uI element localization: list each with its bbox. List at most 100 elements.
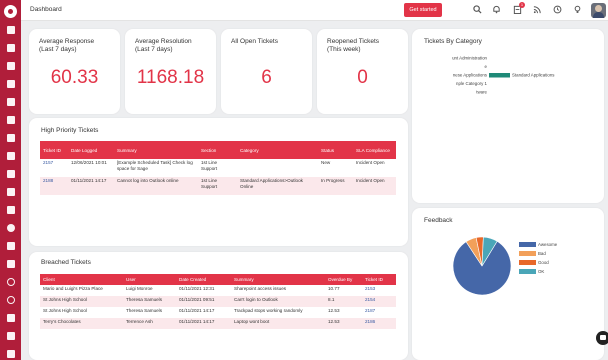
feedback-card: Feedback Awesome Bad Good OK [412, 208, 604, 360]
tag-icon[interactable] [5, 25, 16, 36]
sla-compliance: Incident Open [353, 177, 396, 195]
legend-label: Standard Applications [512, 72, 555, 77]
column-header[interactable]: Category [237, 141, 318, 159]
stat-card-average-response: Average Response (Last 7 days) 60.33 [29, 29, 120, 114]
book-icon[interactable] [5, 133, 16, 144]
chat-icon[interactable] [596, 331, 608, 345]
summary: Laptop wont boot [231, 318, 325, 329]
hierarchy-icon[interactable] [5, 43, 16, 54]
summary: Trackpad stops working randomly [234, 308, 303, 313]
document-icon[interactable] [5, 313, 16, 324]
category-label: tware [476, 89, 487, 94]
cube-icon[interactable] [5, 187, 16, 198]
high-priority-table: Ticket ID Date Logged Summary Section Ca… [40, 141, 396, 195]
lightbulb-icon[interactable] [572, 5, 583, 16]
briefcase-icon[interactable] [5, 259, 16, 270]
breached-tickets-table: Client User Date Created Summary Overdue… [40, 274, 396, 329]
flame-icon[interactable] [5, 151, 16, 162]
status: In Progress [318, 177, 353, 195]
client: St Johns High School [43, 308, 87, 313]
stat-value: 1168.18 [136, 67, 205, 88]
category-bar-chart: unt Administration e nese Applications nple… [452, 55, 555, 94]
ticket-id-link[interactable]: 2153 [362, 285, 396, 296]
ticket-id-link[interactable]: 2187 [362, 307, 396, 318]
user-icon[interactable] [5, 97, 16, 108]
legend-label: Awesome [538, 242, 558, 247]
legend-swatch [519, 251, 536, 256]
category: Standard Applications>Outlook Online [237, 177, 318, 195]
date-logged: 01/11/2021 14:17 [68, 177, 114, 195]
ticket-id-link[interactable]: 2157 [40, 159, 68, 177]
breached-tickets-card: Breached Tickets Client User Date Create… [29, 252, 408, 360]
stat-card-open-tickets: All Open Tickets 6 [221, 29, 312, 114]
summary: Can't login to Outlook [231, 296, 325, 307]
column-header[interactable]: Client [40, 274, 123, 285]
history-icon[interactable] [552, 5, 563, 16]
folder-icon[interactable] [5, 205, 16, 216]
monitor-icon[interactable] [5, 115, 16, 126]
column-header[interactable]: Overdue By [325, 274, 362, 285]
date-logged: 12/06/2021 10:01 [71, 160, 107, 165]
logo-icon[interactable] [4, 5, 17, 18]
date-created: 01/11/2021 09:51 [176, 296, 231, 307]
column-header[interactable]: Date Created [176, 274, 231, 285]
client: Mario and Luigi's Pizza Place [43, 286, 103, 291]
status: New [321, 160, 331, 165]
category-label: e [485, 64, 488, 69]
legend-label: Bad [538, 251, 546, 256]
overdue-by: 12.53 [325, 318, 362, 329]
gear-icon[interactable] [5, 349, 16, 360]
search-icon[interactable] [472, 5, 483, 16]
clock-icon[interactable] [5, 277, 16, 288]
stat-card-reopened-tickets: Reopened Tickets (This week) 0 [317, 29, 408, 114]
legend-swatch [519, 260, 536, 265]
bar-chart-icon[interactable] [5, 61, 16, 72]
table-row[interactable]: 2188 01/11/2021 14:17 Cannot log into Ou… [40, 177, 396, 195]
column-header[interactable]: Ticket ID [362, 274, 396, 285]
calendar-icon[interactable] [5, 79, 16, 90]
summary: Sharepoint access issues [234, 286, 287, 291]
card-title: High Priority Tickets [41, 127, 99, 134]
column-header[interactable]: Section [198, 141, 237, 159]
column-header[interactable]: Ticket ID [40, 141, 68, 159]
stat-card-average-resolution: Average Resolution (Last 7 days) 1168.18 [125, 29, 216, 114]
column-header[interactable]: SLA Compliance [353, 141, 396, 159]
column-header[interactable]: User [123, 274, 176, 285]
stat-label: Reopened Tickets (This week) [327, 38, 380, 53]
box-icon[interactable] [5, 169, 16, 180]
summary: [Example Scheduled Task] Check log space… [117, 160, 193, 171]
table-row[interactable]: Mario and Luigi's Pizza Place Luigi Monr… [40, 285, 396, 296]
ticket-id-link[interactable]: 2186 [362, 318, 396, 329]
legend-swatch [519, 269, 536, 274]
legend-label: Good [538, 260, 549, 265]
search-icon[interactable] [5, 295, 16, 306]
card-title: Tickets By Category [424, 38, 482, 45]
card-title: Feedback [424, 217, 453, 224]
rss-icon[interactable] [532, 5, 543, 16]
table-row[interactable]: St Johns High School Theresa Samuels 01/… [40, 307, 396, 318]
notification-badge: 1 [519, 2, 525, 8]
column-header[interactable]: Date Logged [68, 141, 114, 159]
table-row[interactable]: 2157 12/06/2021 10:01 [Example Scheduled… [40, 159, 396, 177]
category-label: nple Category 1 [456, 81, 488, 86]
ticket-id-link[interactable]: 2188 [40, 177, 68, 195]
category-label: nese Applications [453, 72, 488, 77]
high-priority-card: High Priority Tickets Ticket ID Date Log… [29, 118, 408, 246]
truck-icon[interactable] [5, 241, 16, 252]
ticket-id-link[interactable]: 2154 [362, 296, 396, 307]
legend-swatch [493, 73, 510, 78]
pie-icon[interactable] [5, 223, 16, 234]
avatar[interactable] [591, 3, 606, 18]
stat-value: 60.33 [50, 67, 99, 88]
column-header[interactable]: Summary [114, 141, 198, 159]
table-row[interactable]: Terry's Chocolates Terrence Ash 01/11/20… [40, 318, 396, 329]
bell-icon[interactable] [491, 5, 502, 16]
column-header[interactable]: Status [318, 141, 353, 159]
column-header[interactable]: Summary [231, 274, 325, 285]
card-title: Breached Tickets [41, 259, 91, 266]
file-icon[interactable] [5, 331, 16, 342]
table-row[interactable]: St Johns High School Theresa Samuels 01/… [40, 296, 396, 307]
stat-value: 0 [357, 67, 368, 88]
clipboard-icon[interactable]: 1 [512, 2, 525, 16]
get-started-button[interactable]: Get started [404, 3, 442, 17]
